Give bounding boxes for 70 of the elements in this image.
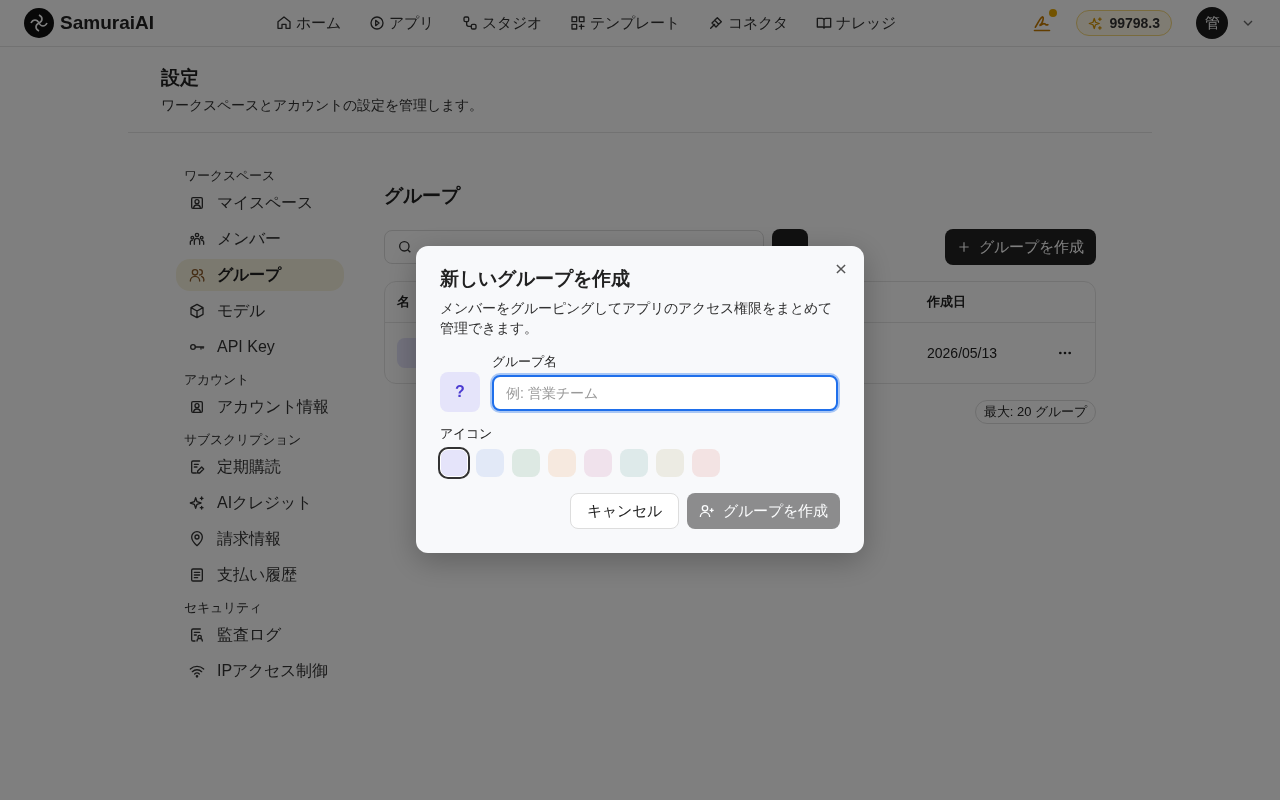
page-subtitle: ワークスペースとアカウントの設定を管理します。	[161, 97, 484, 115]
house-icon	[276, 15, 292, 31]
user-avatar[interactable]: 管	[1196, 7, 1228, 39]
sparkle-icon	[189, 495, 205, 511]
sidebar-item[interactable]: メンバー	[176, 223, 344, 255]
plus-icon	[957, 240, 971, 254]
nav-link[interactable]: ホーム	[276, 13, 341, 33]
play-circle-icon	[369, 15, 385, 31]
sidebar-item[interactable]: グループ	[176, 259, 344, 291]
section-heading: ワークスペース	[183, 167, 276, 185]
color-swatch[interactable]	[692, 449, 720, 477]
sidebar-item[interactable]: 定期購読	[176, 451, 344, 483]
user-square-icon	[189, 399, 205, 415]
field-label: グループ名	[492, 353, 558, 371]
sidebar-item[interactable]: AIクレジット	[176, 487, 344, 519]
document-pen-icon	[189, 459, 205, 475]
sidebar-item[interactable]: 監査ログ	[176, 619, 344, 651]
section-title: グループ	[384, 184, 462, 208]
color-swatch[interactable]	[656, 449, 684, 477]
document-icon	[189, 567, 205, 583]
location-pin-icon	[189, 531, 205, 547]
search-icon	[397, 239, 413, 255]
sidebar-item[interactable]: マイスペース	[176, 187, 344, 219]
sidebar-item[interactable]: モデル	[176, 295, 344, 327]
nav-link[interactable]: コネクタ	[708, 13, 788, 33]
page-title: 設定	[161, 66, 200, 90]
sparkle-icon	[1088, 15, 1104, 31]
cancel-button[interactable]: キャンセル	[570, 493, 679, 529]
nav-link[interactable]: アプリ	[369, 13, 434, 33]
logo-icon	[24, 8, 54, 38]
create-group-button[interactable]: グループを作成	[945, 229, 1096, 265]
brand-name: SamuraiAI	[60, 12, 154, 34]
document-user-icon	[189, 627, 205, 643]
book-icon	[816, 15, 832, 31]
sidebar-item[interactable]: アカウント情報	[176, 391, 344, 423]
nav-link[interactable]: スタジオ	[462, 13, 542, 33]
user-square-icon	[189, 195, 205, 211]
sidebar-item[interactable]: IPアクセス制御	[176, 655, 344, 687]
section-heading: セキュリティ	[183, 599, 263, 617]
user-plus-icon	[699, 503, 715, 519]
nodes-icon	[462, 15, 478, 31]
color-swatch[interactable]	[620, 449, 648, 477]
icon-preview: ?	[440, 372, 480, 412]
credits-badge[interactable]: 99798.3	[1076, 10, 1172, 36]
column-header: 作成日	[927, 293, 966, 311]
section-heading: サブスクリプション	[183, 431, 302, 449]
credit-amount: 99798.3	[1109, 15, 1160, 31]
table-cell-text: 2026/05/13	[927, 345, 999, 361]
nav-link[interactable]: テンプレート	[570, 13, 680, 33]
column-header: 名	[397, 293, 410, 311]
field-label: アイコン	[440, 425, 493, 443]
users-icon	[189, 267, 205, 283]
color-swatch[interactable]	[548, 449, 576, 477]
signature-icon[interactable]	[1032, 13, 1053, 33]
people-icon	[189, 231, 205, 247]
section-heading: アカウント	[183, 371, 250, 389]
plug-icon	[708, 15, 724, 31]
dialog-title: 新しいグループを作成	[440, 267, 631, 291]
cube-icon	[189, 303, 205, 319]
wifi-icon	[189, 663, 205, 679]
sidebar-item[interactable]: 請求情報	[176, 523, 344, 555]
color-swatch[interactable]	[512, 449, 540, 477]
color-swatch[interactable]	[440, 449, 468, 477]
group-name-field[interactable]: 例: 営業チーム	[492, 375, 838, 411]
dialog-description: メンバーをグルーピングしてアプリのアクセス権限をまとめて管理できます。	[440, 299, 833, 338]
sidebar-item[interactable]: API Key	[176, 331, 344, 363]
sidebar-item[interactable]: 支払い履歴	[176, 559, 344, 591]
grid-icon	[570, 15, 586, 31]
nav-link[interactable]: ナレッジ	[816, 13, 896, 33]
close-icon[interactable]	[834, 262, 848, 276]
